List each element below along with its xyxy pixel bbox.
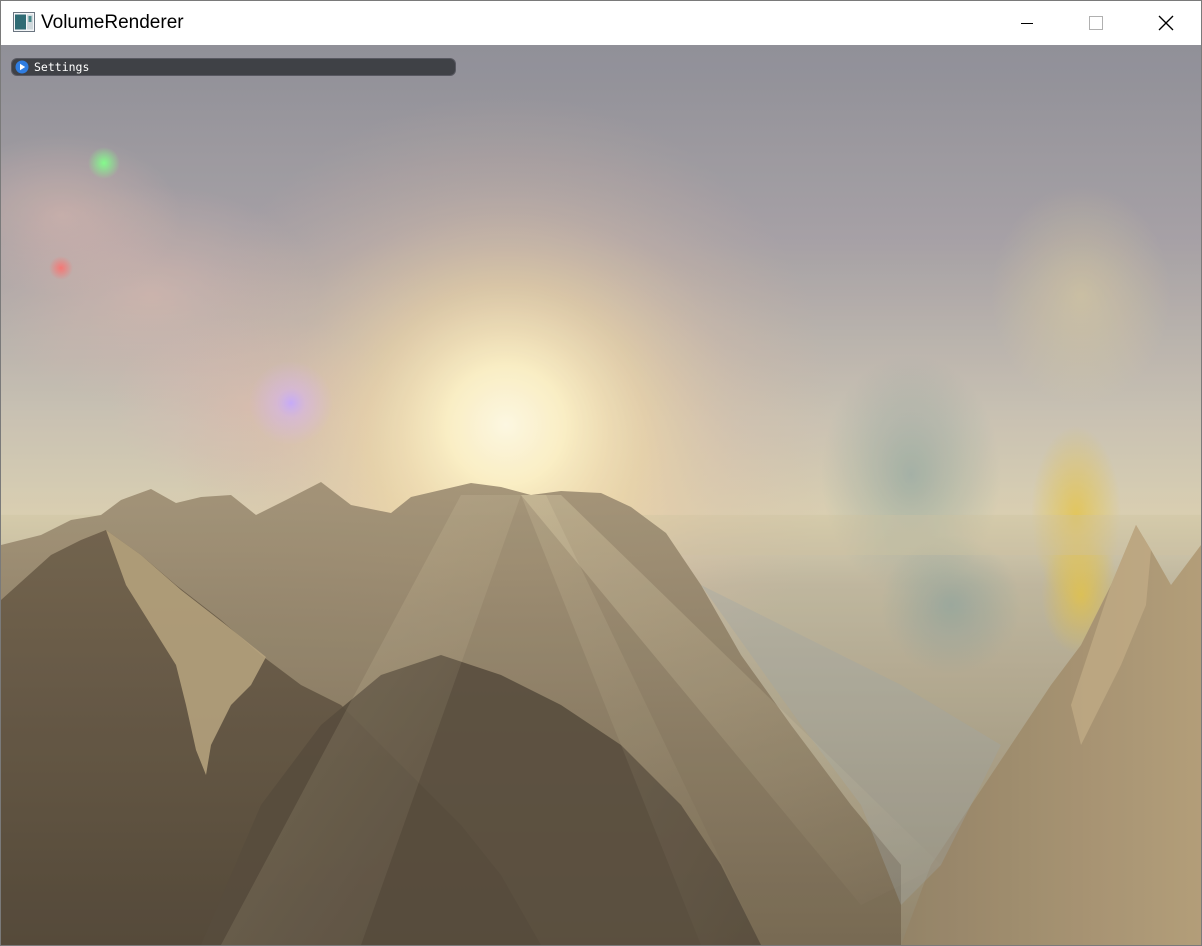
maximize-button[interactable] xyxy=(1073,1,1119,45)
close-icon xyxy=(1158,15,1174,31)
app-window: VolumeRenderer Settings xyxy=(0,0,1202,946)
minimize-icon xyxy=(1021,23,1033,24)
settings-panel-title: Settings xyxy=(34,60,90,74)
title-bar[interactable]: VolumeRenderer xyxy=(1,1,1201,45)
maximize-icon xyxy=(1089,16,1103,30)
minimize-button[interactable] xyxy=(1004,1,1050,45)
play-arrow-icon[interactable] xyxy=(15,60,29,74)
volume-render-scene xyxy=(1,45,1201,945)
settings-panel-header[interactable]: Settings xyxy=(11,58,456,76)
app-window-icon xyxy=(13,12,35,32)
close-button[interactable] xyxy=(1143,1,1189,45)
render-viewport[interactable]: Settings xyxy=(1,45,1201,945)
window-title: VolumeRenderer xyxy=(41,12,184,33)
